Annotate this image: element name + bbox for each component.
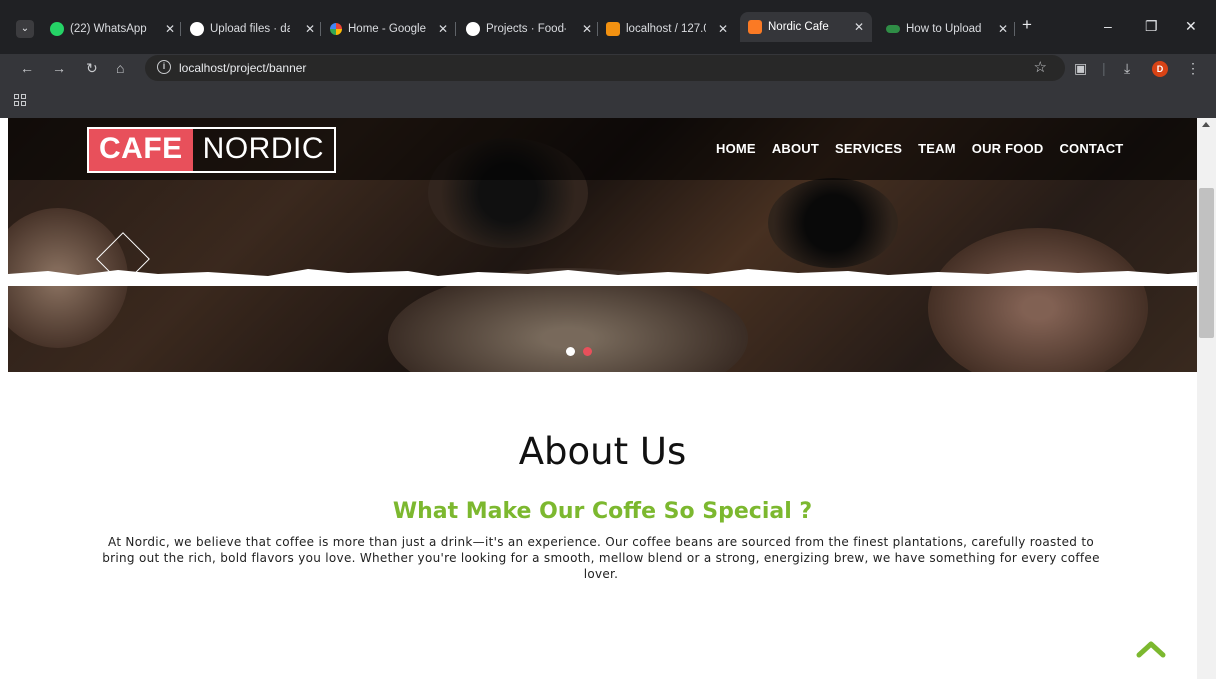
site-navbar: CAFE NORDIC HOME ABOUT SERVICES TEAM OUR…	[8, 118, 1197, 180]
close-icon[interactable]: ✕	[576, 22, 592, 36]
logo-part-cafe: CAFE	[89, 129, 193, 171]
close-icon[interactable]: ✕	[992, 22, 1008, 36]
profile-avatar[interactable]: D	[1152, 61, 1168, 77]
tab-whatsapp[interactable]: (22) WhatsApp ✕	[50, 18, 175, 40]
toolbar-separator: |	[1102, 60, 1106, 76]
xampp-icon	[748, 20, 762, 34]
browser-toolbar: ← → ↻ ⌂ i localhost/project/banner ☆ ▣ |…	[0, 54, 1216, 84]
site-logo[interactable]: CAFE NORDIC	[87, 127, 337, 173]
tab-title: Projects · Food-	[486, 23, 566, 35]
apps-grid-icon[interactable]	[14, 94, 26, 106]
slider-dot-1[interactable]	[566, 347, 575, 356]
hero-banner: CAFE NORDIC HOME ABOUT SERVICES TEAM OUR…	[8, 118, 1197, 372]
home-icon[interactable]: ⌂	[116, 60, 124, 76]
github-icon	[466, 22, 480, 36]
download-icon[interactable]: ⤓	[1124, 60, 1130, 77]
logo-part-nordic: NORDIC	[202, 132, 325, 165]
tab-title: Nordic Cafe	[768, 21, 829, 33]
tab-nordic-cafe[interactable]: Nordic Cafe ✕	[740, 12, 872, 42]
tab-title: How to Upload	[906, 23, 982, 35]
tab-separator	[180, 22, 181, 36]
tab-separator	[320, 22, 321, 36]
back-icon[interactable]: ←	[20, 60, 34, 76]
tab-gfg[interactable]: How to Upload ✕	[886, 18, 1008, 40]
main-menu: HOME ABOUT SERVICES TEAM OUR FOOD CONTAC…	[716, 141, 1123, 156]
whatsapp-icon	[50, 22, 64, 36]
tab-github-upload[interactable]: Upload files · da ✕	[190, 18, 315, 40]
window-close-icon[interactable]: ✕	[1185, 18, 1197, 35]
site-info-icon[interactable]: i	[157, 60, 171, 74]
tab-separator	[455, 22, 456, 36]
tab-search-chevron-icon[interactable]: ⌄	[16, 20, 34, 38]
tab-github-projects[interactable]: Projects · Food- ✕	[466, 18, 592, 40]
url-text[interactable]: localhost/project/banner	[179, 61, 306, 75]
nav-our-food[interactable]: OUR FOOD	[972, 141, 1044, 156]
page-viewport: CAFE NORDIC HOME ABOUT SERVICES TEAM OUR…	[8, 118, 1197, 679]
about-subheading: What Make Our Coffe So Special ?	[392, 499, 813, 524]
about-heading: About Us	[518, 430, 687, 473]
address-bar[interactable]: i localhost/project/banner ☆	[145, 55, 1065, 81]
slider-pagination	[566, 347, 592, 356]
nav-about[interactable]: ABOUT	[772, 141, 819, 156]
close-icon[interactable]: ✕	[848, 20, 864, 34]
forward-icon[interactable]: →	[52, 60, 66, 76]
nav-team[interactable]: TEAM	[918, 141, 956, 156]
nav-contact[interactable]: CONTACT	[1059, 141, 1123, 156]
scroll-up-arrow-icon[interactable]	[1202, 122, 1210, 127]
browser-tabstrip: ⌄ (22) WhatsApp ✕ Upload files · da ✕ Ho…	[0, 0, 1216, 54]
about-paragraph: At Nordic, we believe that coffee is mor…	[102, 535, 1100, 581]
gfg-icon	[886, 25, 900, 33]
nav-services[interactable]: SERVICES	[835, 141, 902, 156]
restore-icon[interactable]: ❐	[1145, 18, 1158, 35]
tab-title: Upload files · da	[210, 23, 290, 35]
more-menu-icon[interactable]: ⋮	[1186, 60, 1200, 77]
torn-paper-divider	[8, 269, 1197, 286]
tab-title: localhost / 127.0	[626, 23, 706, 35]
tab-separator	[1014, 22, 1015, 36]
minimize-icon[interactable]: –	[1104, 18, 1112, 34]
slider-dot-2[interactable]	[583, 347, 592, 356]
bookmarks-bar	[0, 84, 1216, 118]
tab-separator	[597, 22, 598, 36]
google-icon	[330, 23, 342, 35]
scrollbar-thumb[interactable]	[1199, 188, 1214, 338]
tab-title: Home - Google	[348, 23, 426, 35]
tab-phpmyadmin[interactable]: localhost / 127.0 ✕	[606, 18, 728, 40]
bookmark-star-icon[interactable]: ☆	[1034, 58, 1047, 76]
close-icon[interactable]: ✕	[159, 22, 175, 36]
tab-google-home[interactable]: Home - Google ✕	[330, 18, 448, 40]
reload-icon[interactable]: ↻	[86, 60, 98, 76]
nav-home[interactable]: HOME	[716, 141, 756, 156]
tab-title: (22) WhatsApp	[70, 23, 147, 35]
close-icon[interactable]: ✕	[432, 22, 448, 36]
page-scrollbar[interactable]	[1197, 118, 1216, 679]
close-icon[interactable]: ✕	[299, 22, 315, 36]
new-tab-button[interactable]: +	[1022, 15, 1032, 35]
scroll-to-top-icon[interactable]	[1136, 640, 1166, 658]
github-icon	[190, 22, 204, 36]
phpmyadmin-icon	[606, 22, 620, 36]
extensions-icon[interactable]: ▣	[1074, 60, 1087, 77]
close-icon[interactable]: ✕	[712, 22, 728, 36]
